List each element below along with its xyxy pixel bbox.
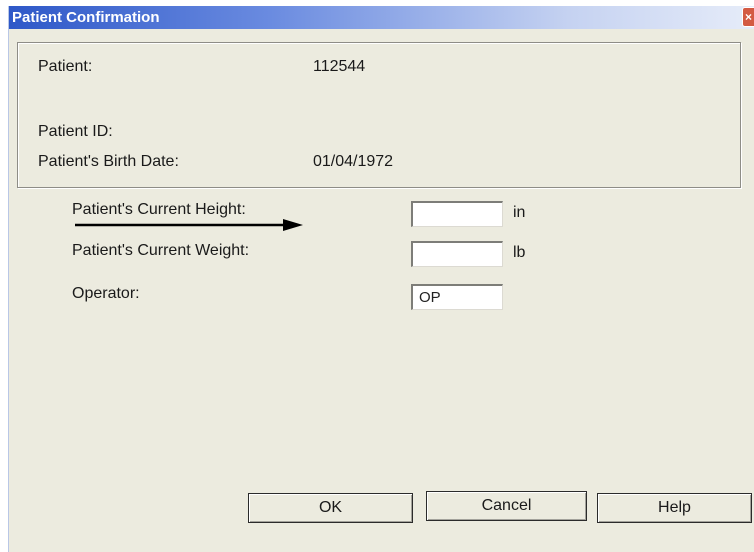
patient-value: 112544 [313,58,366,75]
window-title: Patient Confirmation [12,9,160,26]
operator-label: Operator: [72,285,140,302]
help-button[interactable]: Help [597,493,752,523]
close-button[interactable]: × [742,7,754,27]
height-input[interactable] [411,201,503,227]
patient-id-label: Patient ID: [38,123,113,140]
weight-label: Patient's Current Weight: [72,242,250,259]
right-arrow-icon [75,219,303,231]
weight-unit: lb [513,244,526,261]
close-icon: × [745,10,753,24]
height-unit: in [513,204,526,221]
patient-label: Patient: [38,58,93,75]
weight-input[interactable] [411,241,503,267]
cancel-button[interactable]: Cancel [426,491,587,521]
ok-button[interactable]: OK [248,493,413,523]
birth-date-label: Patient's Birth Date: [38,153,179,170]
birth-date-value: 01/04/1972 [313,153,394,170]
operator-input[interactable] [411,284,503,310]
title-bar[interactable]: Patient Confirmation × [9,6,754,29]
